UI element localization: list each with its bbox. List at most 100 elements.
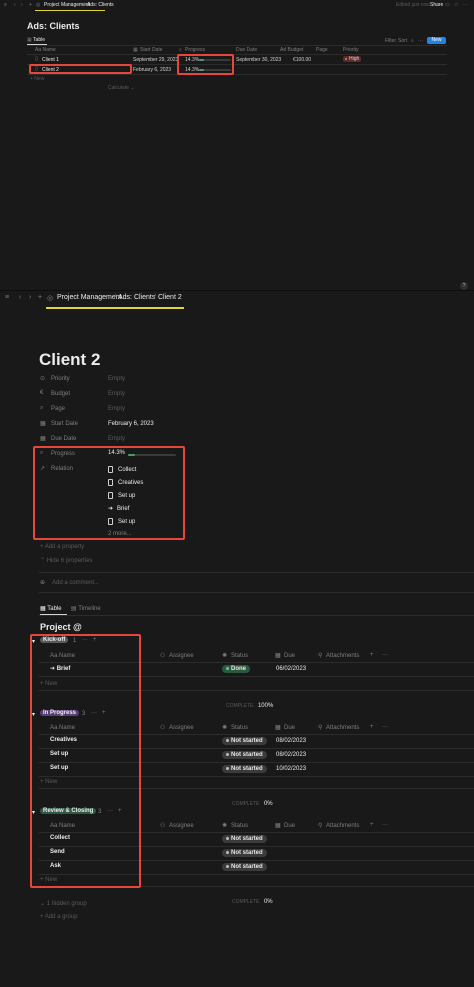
breadcrumb-ads-clients[interactable]: Ads: Clients — [87, 2, 114, 8]
status-label: Not started — [231, 752, 263, 758]
add-property-button[interactable]: + Add a property — [40, 544, 84, 550]
col-assignee-header[interactable]: Assignee — [169, 725, 194, 731]
add-column-icon[interactable]: + — [370, 724, 374, 730]
column-more-icon[interactable]: ··· — [382, 652, 388, 658]
col-priority-header[interactable]: Priority — [343, 47, 359, 53]
column-more-icon[interactable]: ··· — [382, 822, 388, 828]
tab-table-label: Table — [33, 37, 45, 43]
column-more-icon[interactable]: ··· — [382, 724, 388, 730]
add-comment-input[interactable]: Add a comment... — [52, 580, 99, 586]
col-budget-header[interactable]: Ad Budget — [280, 47, 303, 53]
new-button[interactable]: New — [427, 37, 446, 44]
breadcrumb-underline — [35, 10, 105, 11]
row-start-date: September 29, 2023 — [133, 57, 179, 63]
sidebar-toggle-icon[interactable]: ≡ — [4, 2, 7, 8]
property-value[interactable]: Empty — [108, 406, 125, 412]
property-due-date[interactable]: ▦ Due Date Empty — [39, 435, 339, 445]
tab-timeline[interactable]: ▤ Timeline — [71, 605, 101, 612]
add-group-button[interactable]: + Add a group — [40, 914, 78, 920]
status-dot — [226, 752, 229, 756]
breadcrumb-ads-clients[interactable]: Ads: Clients — [118, 294, 155, 301]
property-label: Due Date — [51, 436, 77, 442]
comment-icon[interactable]: ▭ — [445, 2, 450, 8]
workspace-icon: ◎ — [36, 2, 41, 8]
highlight-group-names — [30, 634, 141, 888]
col-attachments-header[interactable]: Attachments — [326, 725, 359, 731]
col-page-header[interactable]: Page — [316, 47, 328, 53]
col-due-header[interactable]: Due — [284, 823, 295, 829]
forward-icon[interactable]: › — [21, 2, 23, 8]
status-pill[interactable]: Not started — [222, 835, 267, 843]
property-value[interactable]: February 6, 2023 — [108, 421, 154, 427]
breadcrumb-client-2[interactable]: Client 2 — [158, 294, 182, 301]
star-icon[interactable]: ☆ — [454, 2, 458, 8]
back-icon[interactable]: ‹ — [19, 294, 21, 301]
status-dot — [226, 836, 229, 840]
status-pill[interactable]: Not started — [222, 765, 267, 773]
add-icon[interactable]: + — [29, 2, 32, 8]
row-start-date: February 6, 2023 — [133, 67, 172, 73]
col-assignee-header[interactable]: Assignee — [169, 823, 194, 829]
hidden-group-toggle[interactable]: ⌄ 1 hidden group — [40, 900, 87, 907]
add-icon[interactable]: + — [38, 294, 42, 301]
status-pill[interactable]: Done — [222, 665, 250, 673]
row-due: 10/02/2023 — [276, 766, 307, 772]
new-row-button[interactable]: + New — [30, 76, 44, 82]
tab-table[interactable]: ▦ Table — [40, 605, 62, 612]
col-status-header[interactable]: Status — [231, 725, 248, 731]
col-attachments-header[interactable]: Attachments — [326, 823, 359, 829]
breadcrumb-project-management[interactable]: Project Management — [57, 294, 122, 301]
back-icon[interactable]: ‹ — [14, 2, 16, 8]
col-progress-header[interactable]: Progress — [185, 47, 205, 53]
priority-badge: High — [343, 56, 362, 62]
priority-dot — [345, 57, 347, 60]
property-budget[interactable]: € Budget Empty — [39, 390, 339, 400]
priority-label: High — [349, 56, 360, 62]
row-name[interactable]: Client 1 — [42, 57, 59, 63]
col-assignee-header[interactable]: Assignee — [169, 653, 194, 659]
status-pill[interactable]: Not started — [222, 751, 267, 759]
hide-properties-button[interactable]: ⌃ Hide 6 properties — [40, 557, 92, 564]
col-due-header[interactable]: Due — [284, 653, 295, 659]
row-due-date: September 30, 2023 — [236, 57, 282, 63]
col-start-header[interactable]: Start Date — [140, 47, 163, 53]
sort-button[interactable]: Sort — [398, 38, 407, 44]
col-status-header[interactable]: Status — [231, 653, 248, 659]
col-due-header[interactable]: Due — [284, 725, 295, 731]
row-due: 08/02/2023 — [276, 738, 307, 744]
col-name-header[interactable]: Aa Name — [35, 47, 56, 53]
breadcrumb-underline — [46, 307, 184, 309]
col-attachments-header[interactable]: Attachments — [326, 653, 359, 659]
due-icon: ▦ — [275, 725, 281, 731]
table-row[interactable]: ▯ Client 1 September 29, 2023 14.3% Sept… — [27, 55, 447, 64]
share-button[interactable]: Share — [430, 2, 443, 8]
more-options-icon[interactable]: ··· — [418, 38, 423, 44]
due-icon: ▦ — [275, 823, 281, 829]
property-value[interactable]: Empty — [108, 436, 125, 442]
forward-icon[interactable]: › — [29, 294, 31, 301]
more-icon[interactable]: ··· — [463, 2, 468, 8]
assignee-icon: ⚇ — [160, 653, 166, 659]
doc-icon: ▯ — [35, 56, 38, 62]
property-start-date[interactable]: ▦ Start Date February 6, 2023 — [39, 420, 339, 430]
add-column-icon[interactable]: + — [370, 822, 374, 828]
status-pill[interactable]: Not started — [222, 737, 267, 745]
status-icon: ✺ — [222, 653, 228, 659]
col-status-header[interactable]: Status — [231, 823, 248, 829]
property-value[interactable]: Empty — [108, 391, 125, 397]
property-label: Budget — [51, 391, 71, 397]
help-button[interactable]: ? — [460, 282, 468, 290]
calculate-button[interactable]: Calculate ⌄ — [108, 85, 134, 91]
tab-table[interactable]: ▦ Table — [27, 37, 45, 43]
status-pill[interactable]: Not started — [222, 863, 267, 871]
property-value[interactable]: Empty — [108, 376, 125, 382]
property-page[interactable]: ⌕ Page Empty — [39, 405, 339, 415]
status-pill[interactable]: Not started — [222, 849, 267, 857]
sidebar-toggle-icon[interactable]: ≡ — [5, 294, 9, 301]
property-priority[interactable]: ⊙ Priority Empty — [39, 375, 339, 385]
search-icon[interactable]: ⌕ — [411, 38, 414, 44]
comment-avatar-icon: ⊕ — [40, 580, 46, 586]
col-due-header[interactable]: Due Date — [236, 47, 257, 53]
add-column-icon[interactable]: + — [370, 652, 374, 658]
filter-button[interactable]: Filter — [385, 38, 396, 44]
